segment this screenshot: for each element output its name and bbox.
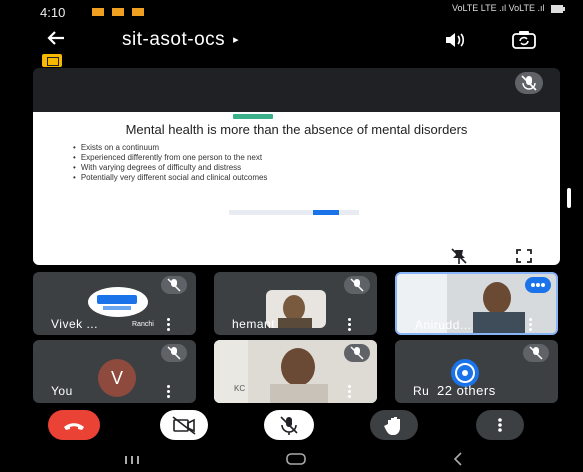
participant-menu-button[interactable] xyxy=(345,316,353,334)
network-status: VoLTE LTE .ıl VoLTE .ıl xyxy=(452,3,565,14)
mic-off-icon xyxy=(344,344,370,362)
participant-tile-you[interactable]: V You xyxy=(33,340,196,403)
back-button[interactable] xyxy=(44,26,80,56)
participant-name: hemant xyxy=(232,317,276,331)
chevron-right-icon: ▸ xyxy=(233,34,240,47)
call-controls xyxy=(0,400,583,446)
participant-tile-hemant[interactable]: hemant xyxy=(214,272,377,335)
end-call-button[interactable] xyxy=(48,410,100,440)
mic-off-icon xyxy=(161,276,187,294)
back-arrow-icon xyxy=(47,31,64,45)
fullscreen-button[interactable] xyxy=(507,245,541,265)
slide-bullet: Exists on a continuum xyxy=(73,143,267,153)
mic-toggle-button[interactable] xyxy=(264,410,314,440)
sim-icon xyxy=(92,8,104,16)
scroll-indicator[interactable] xyxy=(567,188,571,208)
participant-name: Anirudd... xyxy=(415,318,472,332)
notification-icons xyxy=(92,6,152,21)
avatar: V xyxy=(98,359,136,397)
mic-off-icon xyxy=(515,72,543,94)
slide-bullet: With varying degrees of difficulty and d… xyxy=(73,163,267,173)
presenter-label: Aniruddha is presenting xyxy=(52,244,211,260)
participant-menu-button[interactable] xyxy=(164,383,172,401)
battery-icon xyxy=(551,4,565,13)
recording-badge xyxy=(42,54,62,67)
system-navigation-bar xyxy=(0,446,583,472)
camera-switch-icon xyxy=(512,31,536,49)
speaker-icon xyxy=(446,33,465,47)
logo-caption: Ranchi xyxy=(132,321,154,328)
audio-output-button[interactable] xyxy=(442,29,470,55)
mic-off-icon xyxy=(523,344,549,362)
speaking-indicator-icon xyxy=(525,277,551,293)
mic-off-icon xyxy=(344,276,370,294)
camera-off-icon xyxy=(172,416,196,435)
slide-footer-bar xyxy=(229,210,359,215)
presentation-mute-indicator xyxy=(515,72,547,96)
status-time: 4:10 xyxy=(40,5,66,20)
recent-apps-icon[interactable] xyxy=(122,450,142,468)
participant-menu-button[interactable] xyxy=(164,316,172,334)
camera-toggle-button[interactable] xyxy=(160,410,208,440)
slide-title: Mental health is more than the absence o… xyxy=(125,122,468,137)
slide-footer-highlight xyxy=(313,210,339,215)
slide-bullets: Exists on a continuum Experienced differ… xyxy=(73,143,268,183)
notification-icons-svg xyxy=(92,8,144,16)
network-label: VoLTE LTE .ıl VoLTE .ıl xyxy=(451,3,545,13)
slide-bullet: Experienced differently from one person … xyxy=(73,153,267,163)
meeting-header: sit-asot-ocs ▸ xyxy=(0,24,583,62)
participant-tile-others[interactable]: Ru 22 others xyxy=(395,340,558,403)
meeting-title[interactable]: sit-asot-ocs ▸ xyxy=(122,29,239,51)
status-bar: 4:10 VoLTE LTE .ıl VoLTE .ıl xyxy=(0,0,583,24)
presentation-view[interactable]: Mental health is more than the absence o… xyxy=(33,68,560,265)
mic-off-icon xyxy=(161,344,187,362)
gallery-icon xyxy=(112,8,124,16)
participant-name: You xyxy=(51,384,73,398)
pin-button[interactable] xyxy=(443,245,475,265)
pin-off-icon xyxy=(451,248,467,264)
others-count: 22 others xyxy=(437,383,496,398)
hand-icon xyxy=(384,417,400,435)
participant-overlay-name: Ru xyxy=(413,384,430,398)
more-options-button[interactable] xyxy=(476,410,524,440)
participant-tile-video[interactable]: KC xyxy=(214,340,377,403)
home-icon[interactable] xyxy=(284,450,308,468)
shared-slide: Mental health is more than the absence o… xyxy=(33,112,560,265)
mic-off-icon xyxy=(280,416,298,435)
slide-header-tag xyxy=(233,114,273,119)
fullscreen-icon xyxy=(516,249,532,263)
phone-hangup-icon xyxy=(64,423,84,430)
participant-menu-button[interactable] xyxy=(526,316,534,333)
sim-icon xyxy=(132,8,144,16)
participant-initials: KC xyxy=(234,384,246,393)
camera-switch-button[interactable] xyxy=(510,29,540,55)
raise-hand-button[interactable] xyxy=(370,410,418,440)
more-vertical-icon xyxy=(498,418,502,432)
participant-tile-vivek[interactable]: Ranchi Vivek ... xyxy=(33,272,196,335)
participant-menu-button[interactable] xyxy=(345,383,353,401)
meeting-title-text: sit-asot-ocs xyxy=(122,29,226,50)
back-nav-icon[interactable] xyxy=(450,450,466,468)
slide-bullet: Potentially very different social and cl… xyxy=(73,173,268,183)
participant-name: Vivek ... xyxy=(51,317,98,331)
participant-tile-aniruddha[interactable]: Anirudd... xyxy=(395,272,558,335)
